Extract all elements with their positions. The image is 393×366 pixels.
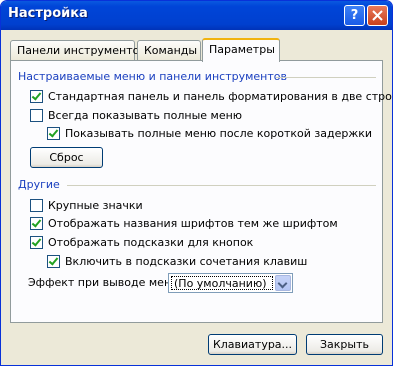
checkbox-mark [30, 199, 43, 212]
large-icons-checkbox[interactable]: Крупные значки [30, 199, 143, 212]
chevron-down-icon[interactable] [275, 275, 291, 291]
checkbox-label: Крупные значки [48, 199, 143, 212]
tab-toolbars[interactable]: Панели инструментов [10, 40, 146, 60]
checkbox-label: Отображать подсказки для кнопок [48, 236, 254, 249]
group-other-label: Другие [18, 178, 60, 191]
tab-commands[interactable]: Команды [137, 40, 201, 60]
help-button[interactable]: ? [344, 5, 365, 26]
tab-options[interactable]: Параметры [202, 38, 280, 62]
show-tooltips-checkbox[interactable]: Отображать подсказки для кнопок [30, 236, 253, 249]
standard-two-rows-checkbox[interactable]: Стандартная панель и панель форматирован… [30, 90, 393, 103]
shortcut-in-tooltips-checkbox[interactable]: Включить в подсказки сочетания клавиш [47, 255, 307, 268]
checkbox-mark [30, 109, 43, 122]
group-other-divider [67, 185, 376, 186]
full-menus-after-delay-checkbox[interactable]: Показывать полные меню после короткой за… [47, 127, 372, 140]
close-icon [372, 10, 383, 21]
checkbox-label: Всегда показывать полные меню [48, 109, 243, 122]
window-title: Настройка [8, 6, 88, 21]
reset-button[interactable]: Сброс [30, 147, 103, 168]
group-menus-divider [276, 77, 376, 78]
group-menus-label: Настраиваемые меню и панели инструментов [18, 70, 287, 83]
title-bar: Настройка ? [1, 1, 392, 30]
menu-effect-value: (По умолчанию) [171, 276, 273, 290]
checkbox-label: Стандартная панель и панель форматирован… [48, 90, 393, 103]
menu-effect-select[interactable]: (По умолчанию) [168, 273, 293, 293]
checkbox-mark [47, 255, 60, 268]
help-icon: ? [350, 8, 359, 23]
checkbox-mark [30, 236, 43, 249]
checkbox-mark [30, 90, 43, 103]
keyboard-button[interactable]: Клавиатура... [208, 334, 297, 355]
font-names-checkbox[interactable]: Отображать названия шрифтов тем же шрифт… [30, 217, 338, 230]
checkbox-label: Включить в подсказки сочетания клавиш [65, 255, 308, 268]
close-window-button[interactable] [367, 5, 388, 26]
checkbox-label: Отображать названия шрифтов тем же шрифт… [48, 217, 338, 230]
customize-dialog: Настройка ? Панели инструментов Команды … [0, 0, 393, 366]
checkbox-label: Показывать полные меню после короткой за… [65, 127, 373, 140]
menu-effect-label: Эффект при выводе меню: [28, 276, 185, 289]
always-full-menus-checkbox[interactable]: Всегда показывать полные меню [30, 109, 242, 122]
checkbox-mark [30, 217, 43, 230]
close-button[interactable]: Закрыть [306, 334, 383, 355]
checkbox-mark [47, 127, 60, 140]
